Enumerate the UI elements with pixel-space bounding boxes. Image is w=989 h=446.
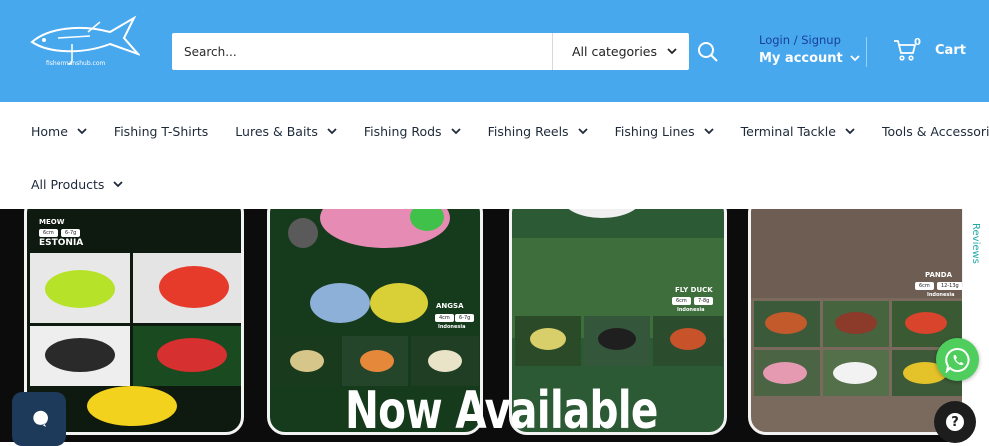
chat-widget-button[interactable]: [12, 392, 66, 446]
whatsapp-button[interactable]: [936, 338, 979, 381]
frog-lure-image: [290, 350, 324, 372]
cart-count-badge: 0: [914, 37, 921, 48]
main-navigation: Home Fishing T-Shirts Lures & Baits Fish…: [0, 102, 989, 209]
nav-item-label: Fishing Lines: [614, 123, 695, 139]
cart-label: Cart: [935, 42, 966, 58]
my-account-button[interactable]: My account: [759, 51, 860, 66]
whatsapp-icon: [944, 347, 970, 373]
logo-text: fishermanshub.com: [46, 60, 106, 67]
nav-item-label: Fishing Reels: [487, 123, 569, 139]
product-origin: Indonesia: [677, 307, 705, 313]
chevron-down-icon: [327, 127, 337, 134]
frog-lure-image: [765, 312, 807, 334]
my-account-label: My account: [759, 51, 843, 66]
duck-lure-image: [562, 209, 642, 218]
search-bar: All categories: [172, 33, 689, 70]
product-name: ANGSA: [436, 302, 464, 310]
duck-lure-image: [670, 328, 706, 350]
chevron-down-icon: [850, 55, 860, 62]
nav-item-home[interactable]: Home: [31, 124, 87, 139]
frog-lure-image: [157, 338, 227, 372]
frog-lure-image: [835, 312, 877, 334]
nav-row-secondary: All Products: [31, 174, 150, 194]
chevron-down-icon: [667, 48, 677, 55]
product-origin: ESTONIA: [39, 238, 84, 248]
product-size: 4cm: [435, 314, 454, 322]
product-size: 6cm: [39, 229, 58, 237]
hero-banner[interactable]: MEOW 6cm 6-7g ESTONIA ANGSA 4cm 6-7g Ind…: [0, 209, 962, 442]
cart-button[interactable]: 0 Cart: [893, 37, 966, 62]
product-name: FLY DUCK: [675, 286, 713, 294]
banner-headline: Now Available: [345, 381, 658, 441]
nav-item-fishing-reels[interactable]: Fishing Reels: [488, 124, 588, 139]
frog-lure-image: [87, 386, 177, 426]
account-menu: Login / Signup My account: [759, 33, 860, 66]
nav-row-primary: Home Fishing T-Shirts Lures & Baits Fish…: [31, 121, 989, 141]
duck-lure-image: [530, 328, 566, 350]
frog-lure-image: [763, 362, 807, 384]
signup-link[interactable]: Signup: [801, 33, 841, 47]
nav-item-tools-accessories[interactable]: Tools & Accessories: [882, 124, 989, 139]
help-button[interactable]: ?: [934, 401, 976, 443]
frog-lure-image: [370, 283, 428, 323]
frog-lure-image: [45, 338, 115, 372]
nav-item-terminal-tackle[interactable]: Terminal Tackle: [741, 124, 855, 139]
product-card-panda: PANDA 6cm 12-13g Indonesia: [748, 209, 962, 435]
nav-item-label: Fishing Rods: [363, 123, 442, 139]
frog-lure-image: [159, 266, 229, 308]
chevron-down-icon: [77, 127, 87, 134]
nav-item-label: Fishing T-Shirts: [113, 123, 209, 139]
nav-item-label: Terminal Tackle: [740, 123, 836, 139]
chat-icon: [33, 410, 48, 427]
search-input[interactable]: [172, 33, 552, 70]
chevron-down-icon: [113, 180, 124, 187]
product-weight: 12-13g: [937, 282, 962, 290]
product-size: 6cm: [672, 297, 691, 305]
chevron-down-icon: [703, 127, 714, 134]
frog-lure-image: [833, 362, 877, 384]
product-name: PANDA: [925, 271, 952, 279]
search-icon: [698, 42, 718, 62]
site-header: fishermanshub.com All categories Login /…: [0, 0, 989, 102]
header-divider: [866, 37, 867, 67]
product-weight: 6-7g: [455, 314, 475, 322]
nav-item-all-products[interactable]: All Products: [31, 176, 124, 192]
frog-lure-image: [310, 283, 370, 323]
frog-lure-image: [45, 270, 115, 308]
help-glyph: ?: [951, 414, 959, 430]
chevron-down-icon: [845, 127, 855, 134]
login-signup-link[interactable]: Login / Signup: [759, 33, 860, 47]
reviews-tab[interactable]: Reviews: [962, 209, 989, 287]
product-weight: 7-8g: [694, 297, 714, 305]
nav-item-label: Lures & Baits: [235, 123, 318, 139]
frog-lure-image: [360, 350, 394, 372]
frog-lure-image: [905, 312, 947, 334]
product-origin: Indonesia: [927, 292, 955, 298]
duck-lure-image: [598, 328, 636, 350]
product-size: 6cm: [915, 282, 934, 290]
spinner-blade-image: [288, 218, 318, 248]
site-logo[interactable]: fishermanshub.com: [28, 14, 140, 72]
product-weight: 6-7g: [61, 229, 81, 237]
login-separator: /: [793, 33, 798, 47]
nav-item-fishing-t-shirts[interactable]: Fishing T-Shirts: [114, 124, 208, 139]
nav-item-fishing-lines[interactable]: Fishing Lines: [615, 124, 714, 139]
nav-item-label: Tools & Accessories: [881, 123, 989, 139]
chevron-down-icon: [450, 127, 461, 134]
login-link[interactable]: Login: [759, 33, 790, 47]
product-origin: Indonesia: [438, 324, 466, 330]
nav-item-label: All Products: [31, 176, 105, 192]
nav-item-label: Home: [31, 123, 68, 139]
category-select-label: All categories: [572, 44, 657, 59]
nav-item-fishing-rods[interactable]: Fishing Rods: [364, 124, 461, 139]
chevron-down-icon: [577, 127, 588, 134]
frog-lure-image: [428, 350, 462, 372]
nav-item-lures-baits[interactable]: Lures & Baits: [235, 124, 337, 139]
category-select[interactable]: All categories: [553, 33, 689, 70]
search-button[interactable]: [697, 41, 719, 63]
reviews-tab-label: Reviews: [970, 223, 981, 264]
product-name: MEOW: [39, 218, 65, 226]
